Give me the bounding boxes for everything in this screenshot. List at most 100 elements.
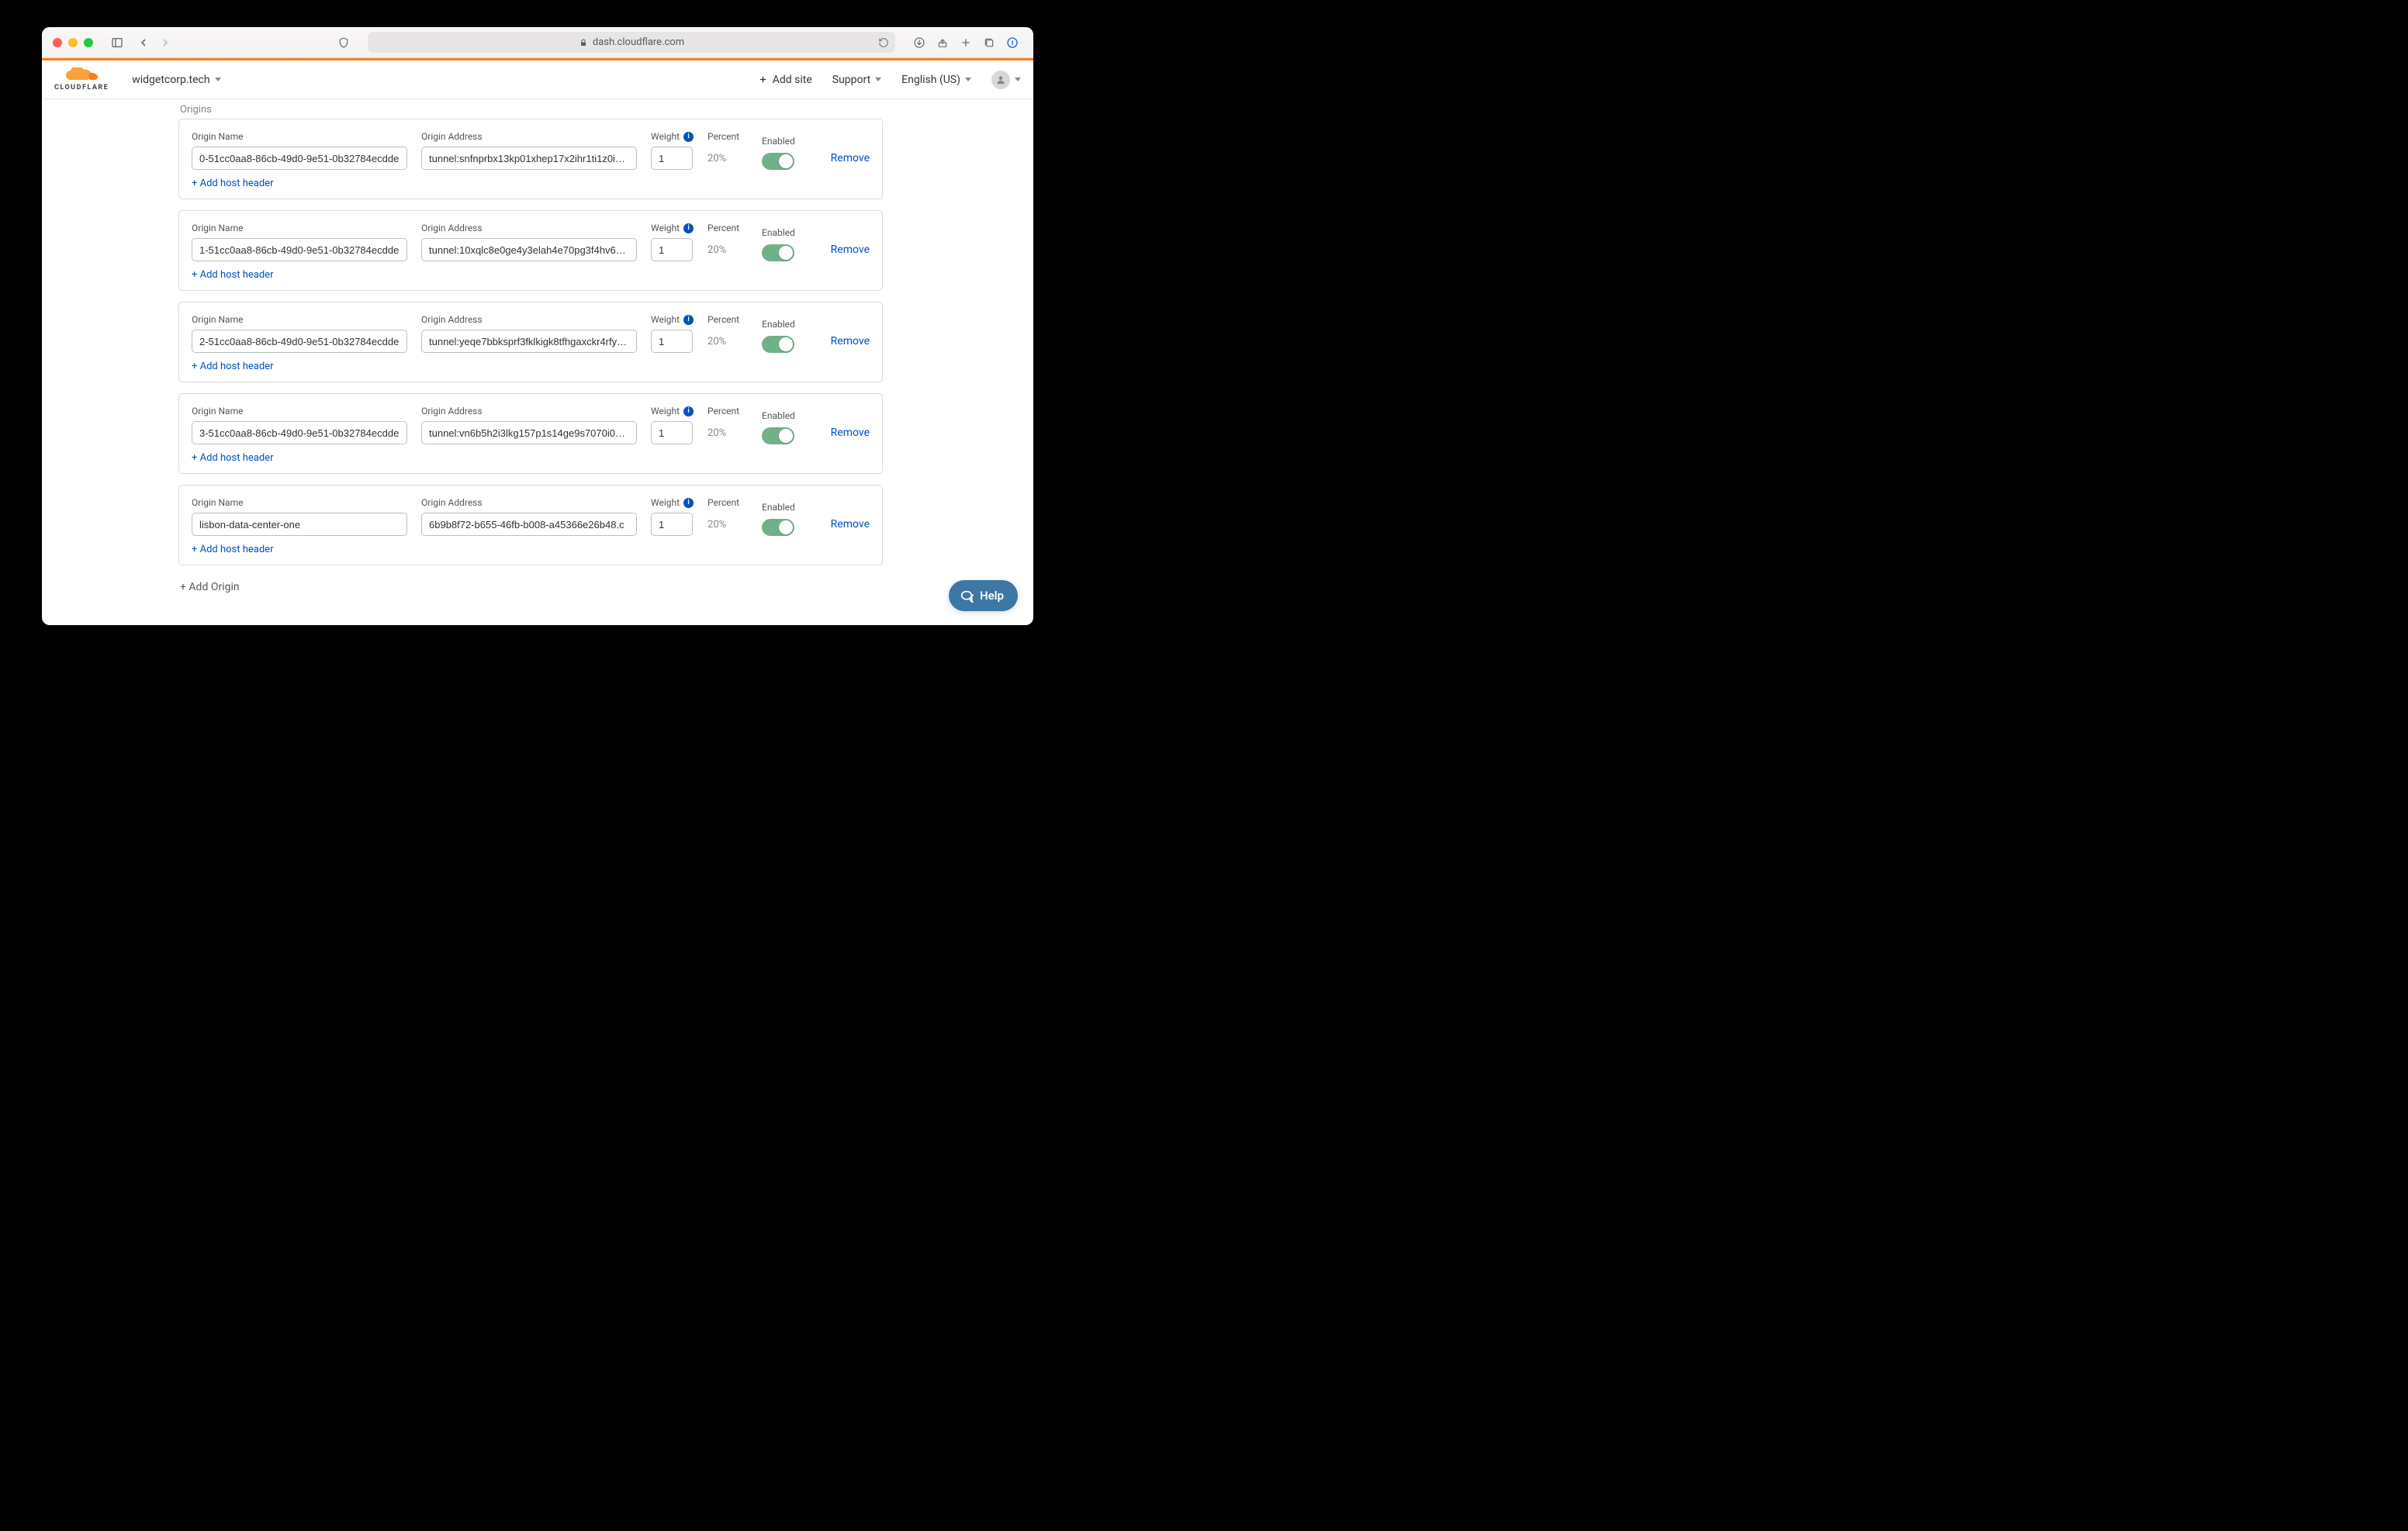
enabled-label: Enabled [762, 502, 795, 513]
origin-address-label: Origin Address [421, 406, 637, 416]
help-button[interactable]: Help [949, 580, 1018, 611]
percent-value: 20% [708, 421, 748, 444]
enabled-toggle[interactable] [762, 336, 794, 353]
enabled-label: Enabled [762, 410, 795, 421]
origin-address-input[interactable] [421, 238, 637, 261]
enabled-toggle[interactable] [762, 427, 794, 444]
support-menu[interactable]: Support [832, 74, 881, 86]
info-icon[interactable]: i [683, 315, 694, 325]
url-bar[interactable]: dash.cloudflare.com [368, 32, 895, 53]
share-icon[interactable] [932, 33, 953, 53]
sidebar-toggle-icon[interactable] [107, 33, 127, 53]
downloads-icon[interactable] [909, 33, 929, 53]
tabs-icon[interactable] [979, 33, 999, 53]
origin-name-label: Origin Name [192, 497, 407, 508]
percent-label: Percent [708, 314, 748, 325]
origin-address-input[interactable] [421, 330, 637, 353]
weight-input[interactable] [651, 421, 693, 444]
lock-icon [579, 38, 588, 47]
chat-icon [960, 589, 974, 603]
origin-address-input[interactable] [421, 147, 637, 170]
avatar-icon [991, 71, 1010, 89]
origin-card: Origin Name Origin Address Weight i Perc… [178, 485, 883, 565]
maximize-window-icon[interactable] [84, 38, 93, 47]
enabled-label: Enabled [762, 136, 795, 147]
site-name: widgetcorp.tech [132, 74, 209, 86]
remove-button[interactable]: Remove [831, 513, 870, 536]
percent-value: 20% [708, 330, 748, 353]
percent-label: Percent [708, 131, 748, 142]
enabled-toggle[interactable] [762, 153, 794, 170]
add-origin-button[interactable]: + Add Origin [178, 576, 883, 593]
add-site-button[interactable]: Add site [758, 74, 812, 86]
close-window-icon[interactable] [53, 38, 62, 47]
origins-section-label: Origins [178, 99, 883, 119]
enabled-toggle[interactable] [762, 244, 794, 261]
chevron-down-icon [1015, 78, 1021, 81]
origin-name-input[interactable] [192, 330, 407, 353]
help-label: Help [980, 589, 1004, 603]
percent-value: 20% [708, 147, 748, 170]
plus-icon [758, 74, 768, 85]
enabled-label: Enabled [762, 319, 795, 330]
reload-icon[interactable] [878, 37, 889, 48]
remove-button[interactable]: Remove [831, 238, 870, 261]
cloudflare-logo[interactable]: CLOUDFLARE [54, 67, 109, 92]
remove-button[interactable]: Remove [831, 330, 870, 353]
support-label: Support [832, 74, 870, 86]
content-area: Origins Origin Name Origin Address Weigh… [42, 99, 1033, 625]
weight-label: Weight i [651, 223, 694, 233]
add-host-header-button[interactable]: + Add host header [192, 269, 870, 281]
chevron-down-icon [965, 78, 971, 81]
origin-name-input[interactable] [192, 147, 407, 170]
origin-name-input[interactable] [192, 513, 407, 536]
chevron-down-icon [875, 78, 881, 81]
new-tab-icon[interactable] [956, 33, 976, 53]
minimize-window-icon[interactable] [68, 38, 78, 47]
origin-name-label: Origin Name [192, 223, 407, 233]
add-host-header-button[interactable]: + Add host header [192, 544, 870, 555]
percent-label: Percent [708, 497, 748, 508]
enabled-toggle[interactable] [762, 519, 794, 536]
origin-address-input[interactable] [421, 513, 637, 536]
weight-label: Weight i [651, 497, 694, 508]
weight-input[interactable] [651, 513, 693, 536]
info-icon[interactable]: i [683, 132, 694, 142]
weight-input[interactable] [651, 147, 693, 170]
percent-value: 20% [708, 238, 748, 261]
back-icon[interactable] [133, 33, 154, 53]
origin-address-label: Origin Address [421, 497, 637, 508]
origin-card: Origin Name Origin Address Weight i Perc… [178, 393, 883, 474]
weight-input[interactable] [651, 330, 693, 353]
account-menu[interactable] [991, 71, 1021, 89]
language-menu[interactable]: English (US) [901, 74, 971, 86]
weight-input[interactable] [651, 238, 693, 261]
remove-button[interactable]: Remove [831, 147, 870, 170]
onepassword-icon[interactable] [1002, 33, 1022, 53]
origin-address-label: Origin Address [421, 223, 637, 233]
info-icon[interactable]: i [683, 406, 694, 416]
origin-card: Origin Name Origin Address Weight i Perc… [178, 210, 883, 291]
origin-name-input[interactable] [192, 421, 407, 444]
info-icon[interactable]: i [683, 223, 694, 233]
origins-list: Origin Name Origin Address Weight i Perc… [178, 119, 883, 565]
origin-name-label: Origin Name [192, 406, 407, 416]
weight-label: Weight i [651, 314, 694, 325]
origin-address-label: Origin Address [421, 314, 637, 325]
percent-label: Percent [708, 406, 748, 416]
browser-window: dash.cloudflare.com CLOUDFLARE [42, 27, 1033, 625]
remove-button[interactable]: Remove [831, 421, 870, 444]
origin-address-input[interactable] [421, 421, 637, 444]
add-host-header-button[interactable]: + Add host header [192, 361, 870, 372]
origin-card: Origin Name Origin Address Weight i Perc… [178, 119, 883, 199]
url-text: dash.cloudflare.com [593, 36, 684, 48]
info-icon[interactable]: i [683, 498, 694, 508]
chevron-down-icon [215, 78, 221, 81]
origin-name-input[interactable] [192, 238, 407, 261]
add-host-header-button[interactable]: + Add host header [192, 452, 870, 464]
add-host-header-button[interactable]: + Add host header [192, 178, 870, 189]
site-selector[interactable]: widgetcorp.tech [132, 74, 220, 86]
privacy-shield-icon[interactable] [334, 33, 354, 53]
window-controls [53, 38, 93, 47]
language-label: English (US) [901, 74, 960, 86]
